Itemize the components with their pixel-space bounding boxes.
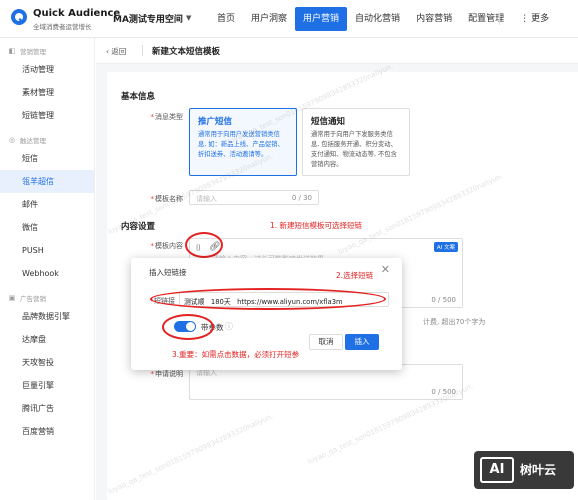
close-icon[interactable]: ✕ [381,263,390,276]
link-icon[interactable]: 🔗︎ [209,242,220,252]
marketing-group-icon: ◧ [8,47,16,55]
ads-group-icon: ▣ [8,294,16,302]
with-params-toggle[interactable] [174,321,196,332]
breadcrumb: ‹ 返回 新建文本短信模板 [96,38,578,64]
template-name-input[interactable]: 请输入 0 / 30 [189,190,319,205]
short-link-value: 测试顺 180天 https://www.aliyun.com/xfla3m [184,298,343,306]
sidebar-item-wechat[interactable]: 微信 [0,216,94,239]
top-bar: Quick Audience 全域消费者运营增长 MA测试专用空间 ▼ 首页 用… [0,0,578,38]
template-content-label: *模板内容 [150,242,184,250]
sidebar-group-ads: ▣ 广告营销 [0,291,94,305]
apply-count: 0 / 500 [431,388,456,396]
sidebar-item-tencent-ads[interactable]: 腾讯广告 [0,397,94,420]
sidebar-group-reach: ◎ 触达管理 [0,133,94,147]
sidebar-group-label: 广告营销 [20,295,46,303]
type-option-promo[interactable]: 推广短信 通常用于向用户发送营销类信息, 如：新品上线、产品促销、折扣送券、活动… [189,108,297,176]
sidebar-item-sms[interactable]: 短信 [0,147,94,170]
chevron-down-icon[interactable]: ▼ [186,14,191,22]
nav-content-marketing[interactable]: 内容营销 [408,7,460,31]
reach-group-icon: ◎ [8,136,16,144]
template-name-count: 0 / 30 [291,194,312,202]
billing-note: 计费, 超出70个字为 [423,318,486,326]
nav-more[interactable]: ⋮ 更多 [512,7,557,31]
content-count: 0 / 500 [431,296,456,304]
insert-button[interactable]: 插入 [345,334,379,350]
content-settings-title: 内容设置 [121,222,156,232]
quick-audience-logo-icon [11,9,27,25]
sidebar-group-marketing: ◧ 营销管理 [0,44,94,58]
sidebar-item-lingyang-supermsg[interactable]: 瓴羊超信 [0,170,94,193]
badge-text: 树叶云 [520,463,557,477]
main-nav: 首页 用户洞察 用户营销 自动化营销 内容营销 配置管理 ⋮ 更多 [209,7,557,31]
ai-copy-badge[interactable]: AI 文案 [433,242,458,252]
bracket-icon[interactable]: ⌷ [196,243,201,253]
sidebar: ◧ 营销管理 活动管理 素材管理 短链管理 ◎ 触达管理 短信 瓴羊超信 邮件 … [0,38,95,500]
sidebar-item-juliang[interactable]: 巨量引擎 [0,374,94,397]
sidebar-item-email[interactable]: 邮件 [0,193,94,216]
workspace-selector[interactable]: MA测试专用空间 [113,12,183,25]
msg-type-label: *消息类型 [150,113,184,121]
nav-config[interactable]: 配置管理 [460,7,512,31]
basic-info-title: 基本信息 [121,92,156,102]
nav-divider [499,13,500,25]
sidebar-item-damopan[interactable]: 达摩盘 [0,328,94,351]
back-label: 返回 [111,47,127,56]
brand-title: Quick Audience [33,8,121,19]
site-watermark-badge: AI 树叶云 [474,451,574,489]
annotation-step1: 1. 新建短信模板可选择短链 [270,221,363,230]
short-link-select[interactable]: 测试顺 180天 https://www.aliyun.com/xfla3m [179,292,389,307]
template-name-placeholder: 请输入 [196,195,217,203]
sidebar-item-material[interactable]: 素材管理 [0,81,94,104]
sidebar-group-label: 触达管理 [20,137,46,145]
more-grid-icon: ⋮ [520,14,530,24]
type-option-desc: 通常用于向用户发送营销类信息, 如：新品上线、产品促销、折扣送券、活动邀请等。 [198,131,284,158]
toggle-label: 带参数 [201,323,224,332]
annotation-step3: 3.重要：如需点击数据，必须打开短参 [172,350,300,359]
cancel-button[interactable]: 取消 [309,334,343,350]
sidebar-item-push[interactable]: PUSH [0,239,94,262]
sidebar-item-tiangong[interactable]: 天攻智投 [0,351,94,374]
back-button[interactable]: ‹ 返回 [106,46,126,57]
sidebar-group-label: 营销管理 [20,48,46,56]
sidebar-item-webhook[interactable]: Webhook [0,262,94,285]
modal-title: 插入短链接 [149,268,187,277]
brand-subtitle: 全域消费者运营增长 [33,23,92,31]
sidebar-item-baidu[interactable]: 百度营销 [0,420,94,443]
template-name-label: *模板名称 [150,195,184,203]
insert-shortlink-modal: 插入短链接 ✕ 2.选择短链 *短链接 测试顺 180天 https://www… [131,258,402,370]
nav-more-label: 更多 [531,14,550,24]
page-title: 新建文本短信模板 [152,47,221,57]
type-option-title: 推广短信 [198,117,233,127]
type-option-notice[interactable]: 短信通知 通常用于向用户下发服务类信息, 包括服务开通、积分变动、支付通知、物流… [302,108,410,176]
help-icon[interactable]: ⓘ [225,321,233,332]
annotation-step2: 2.选择短链 [336,271,374,280]
badge-ai-box: AI [480,457,514,483]
short-link-label: *短链接 [149,297,176,305]
sidebar-item-brand-data[interactable]: 品牌数据引擎 [0,305,94,328]
type-option-title: 短信通知 [311,117,346,127]
sidebar-item-shortlink[interactable]: 短链管理 [0,104,94,127]
nav-home[interactable]: 首页 [209,7,243,31]
sidebar-item-activity[interactable]: 活动管理 [0,58,94,81]
type-option-desc: 通常用于向用户下发服务类信息, 包括服务开通、积分变动、支付通知、物流动态等, … [311,131,397,168]
nav-user-marketing[interactable]: 用户营销 [295,7,348,31]
apply-desc-label: *申请说明 [150,370,184,378]
breadcrumb-divider [142,45,143,56]
nav-automation[interactable]: 自动化营销 [347,7,408,31]
nav-user-insight[interactable]: 用户洞察 [243,7,295,31]
